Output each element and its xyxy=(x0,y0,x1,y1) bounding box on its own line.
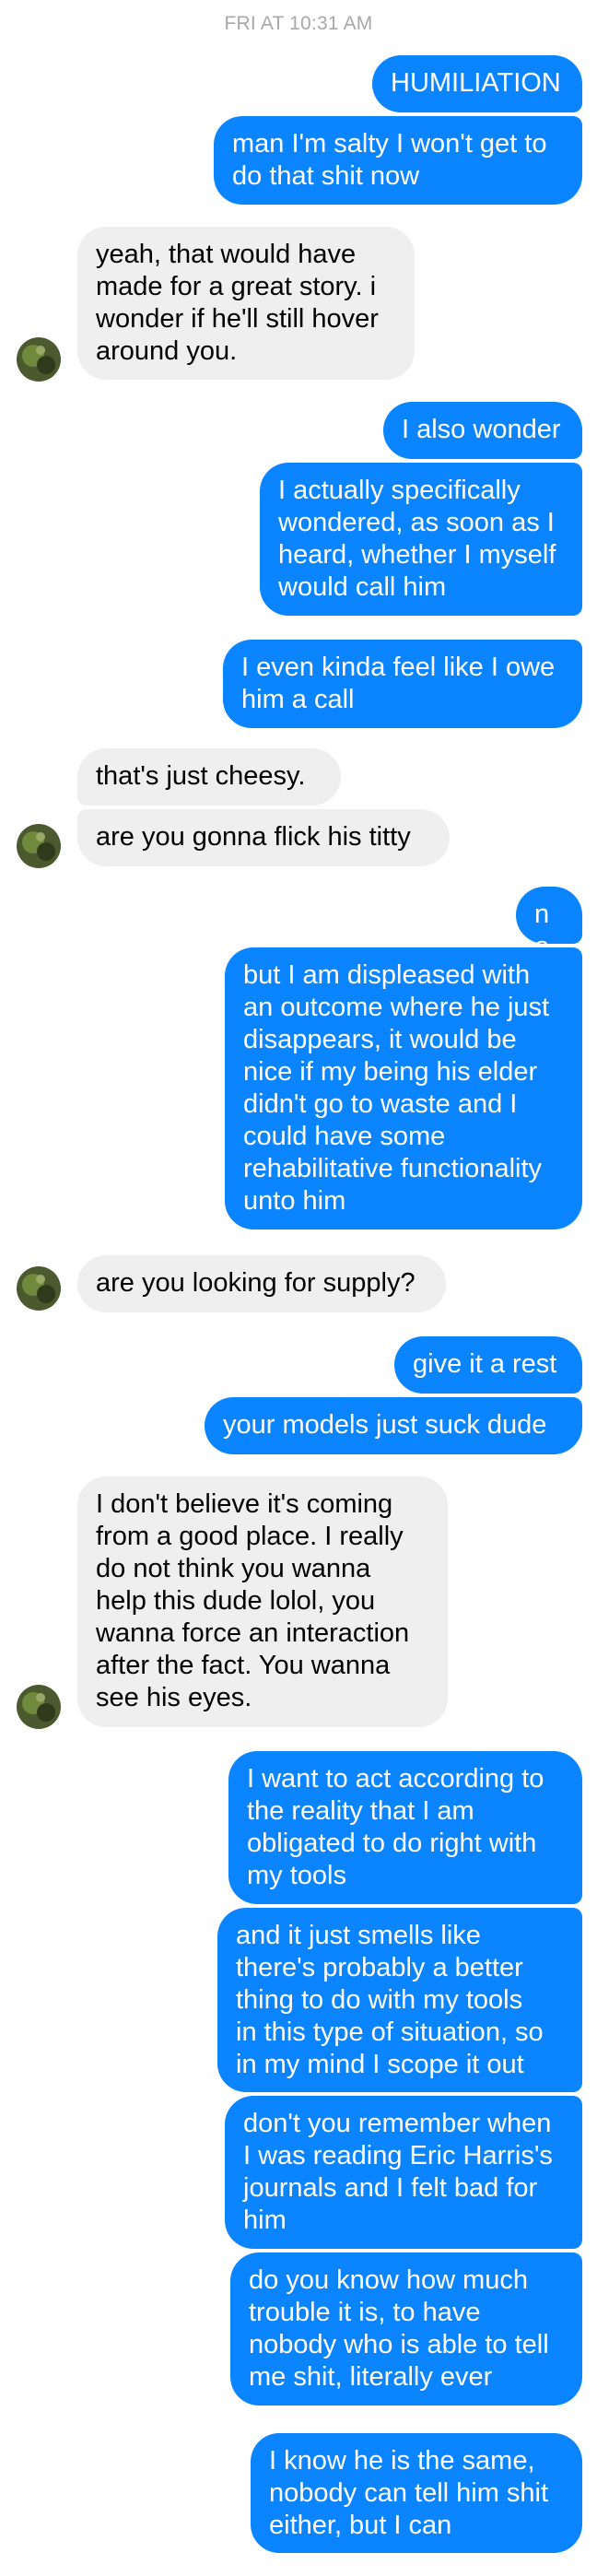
message-timestamp: FRI AT 10:31 AM xyxy=(224,13,373,34)
message-bubble-outgoing[interactable]: I want to act according to the reality t… xyxy=(228,1751,582,1904)
message-bubble-outgoing[interactable]: I also wonder xyxy=(383,402,582,459)
contact-avatar[interactable] xyxy=(17,1266,61,1311)
contact-avatar-photo xyxy=(17,337,61,382)
message-bubble-outgoing[interactable]: and it just smells like there's probably… xyxy=(217,1908,582,2092)
message-thread: FRI AT 10:31 AM HUMILIATION man I'm salt… xyxy=(0,0,597,2576)
message-bubble-incoming[interactable]: that's just cheesy. xyxy=(77,748,341,806)
contact-avatar-photo xyxy=(17,1685,61,1729)
contact-avatar-photo xyxy=(17,1266,61,1311)
message-bubble-incoming[interactable]: are you gonna flick his titty xyxy=(77,809,450,866)
message-bubble-outgoing[interactable]: do you know how much trouble it is, to h… xyxy=(230,2253,582,2405)
message-bubble-outgoing[interactable]: no, xyxy=(516,887,582,961)
message-bubble-outgoing[interactable]: man I'm salty I won't get to do that shi… xyxy=(214,116,582,205)
message-bubble-outgoing[interactable]: but I am displeased with an outcome wher… xyxy=(225,947,582,1229)
contact-avatar-photo xyxy=(17,824,61,868)
message-bubble-outgoing[interactable]: give it a rest xyxy=(394,1336,582,1394)
message-bubble-outgoing[interactable]: I even kinda feel like I owe him a call xyxy=(223,640,582,728)
contact-avatar[interactable] xyxy=(17,824,61,868)
message-bubble-outgoing[interactable]: don't you remember when I was reading Er… xyxy=(225,2096,582,2249)
message-bubble-incoming[interactable]: are you looking for supply? xyxy=(77,1255,446,1312)
message-bubble-outgoing[interactable]: your models just suck dude xyxy=(205,1397,582,1454)
contact-avatar[interactable] xyxy=(17,1685,61,1729)
message-bubble-outgoing[interactable]: HUMILIATION xyxy=(372,55,582,112)
message-bubble-incoming[interactable]: yeah, that would have made for a great s… xyxy=(77,227,415,380)
message-bubble-outgoing[interactable]: I actually specifically wondered, as soo… xyxy=(260,463,582,616)
contact-avatar[interactable] xyxy=(17,337,61,382)
message-bubble-incoming[interactable]: I don't believe it's coming from a good … xyxy=(77,1476,448,1727)
message-bubble-outgoing[interactable]: I know he is the same, nobody can tell h… xyxy=(251,2433,582,2553)
